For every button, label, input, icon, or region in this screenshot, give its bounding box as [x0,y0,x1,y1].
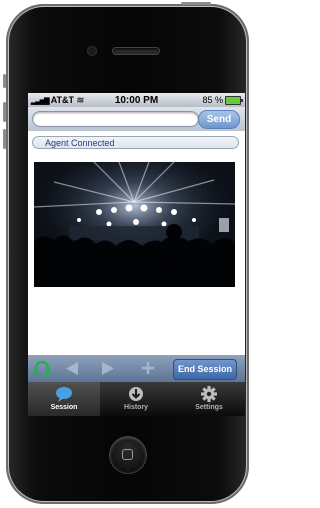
home-button[interactable] [110,437,146,473]
battery-icon [225,95,243,105]
send-button[interactable]: Send [198,110,240,129]
status-bar: ▂▃▅▇ AT&T ≋ 10:00 PM 85 % [28,93,245,107]
headset-icon[interactable] [33,360,51,382]
earpiece-speaker [113,48,159,54]
mute-switch [3,74,6,88]
download-arrow-icon [129,387,143,401]
front-camera [88,47,96,55]
tab-session-label: Session [50,404,78,411]
chat-content [28,155,245,353]
end-session-button[interactable]: End Session [173,359,237,380]
gear-icon [201,386,217,402]
home-square-icon [122,449,133,460]
tab-history-label: History [123,404,149,411]
battery-percent: 85 % [202,95,223,105]
tab-settings-label: Settings [195,404,223,411]
chat-bubble-icon [56,387,72,402]
screen: ▂▃▅▇ AT&T ≋ 10:00 PM 85 % Send Agent Con… [28,93,245,416]
battery-status: 85 % [202,95,243,105]
add-icon[interactable] [141,361,155,380]
volume-up-button [3,102,6,122]
back-arrow-icon[interactable] [65,361,79,381]
concert-photo [34,162,235,287]
message-bar: Send [28,107,245,131]
message-input[interactable] [32,111,199,127]
tab-settings[interactable]: Settings [173,382,245,416]
tab-bar: Session History Settings [28,382,245,416]
volume-down-button [3,129,6,149]
agent-status: Agent Connected [32,136,239,149]
power-button [181,2,211,5]
tab-history[interactable]: History [100,382,172,416]
tab-session[interactable]: Session [28,382,100,416]
forward-arrow-icon[interactable] [101,361,115,381]
session-toolbar: End Session [28,355,245,382]
